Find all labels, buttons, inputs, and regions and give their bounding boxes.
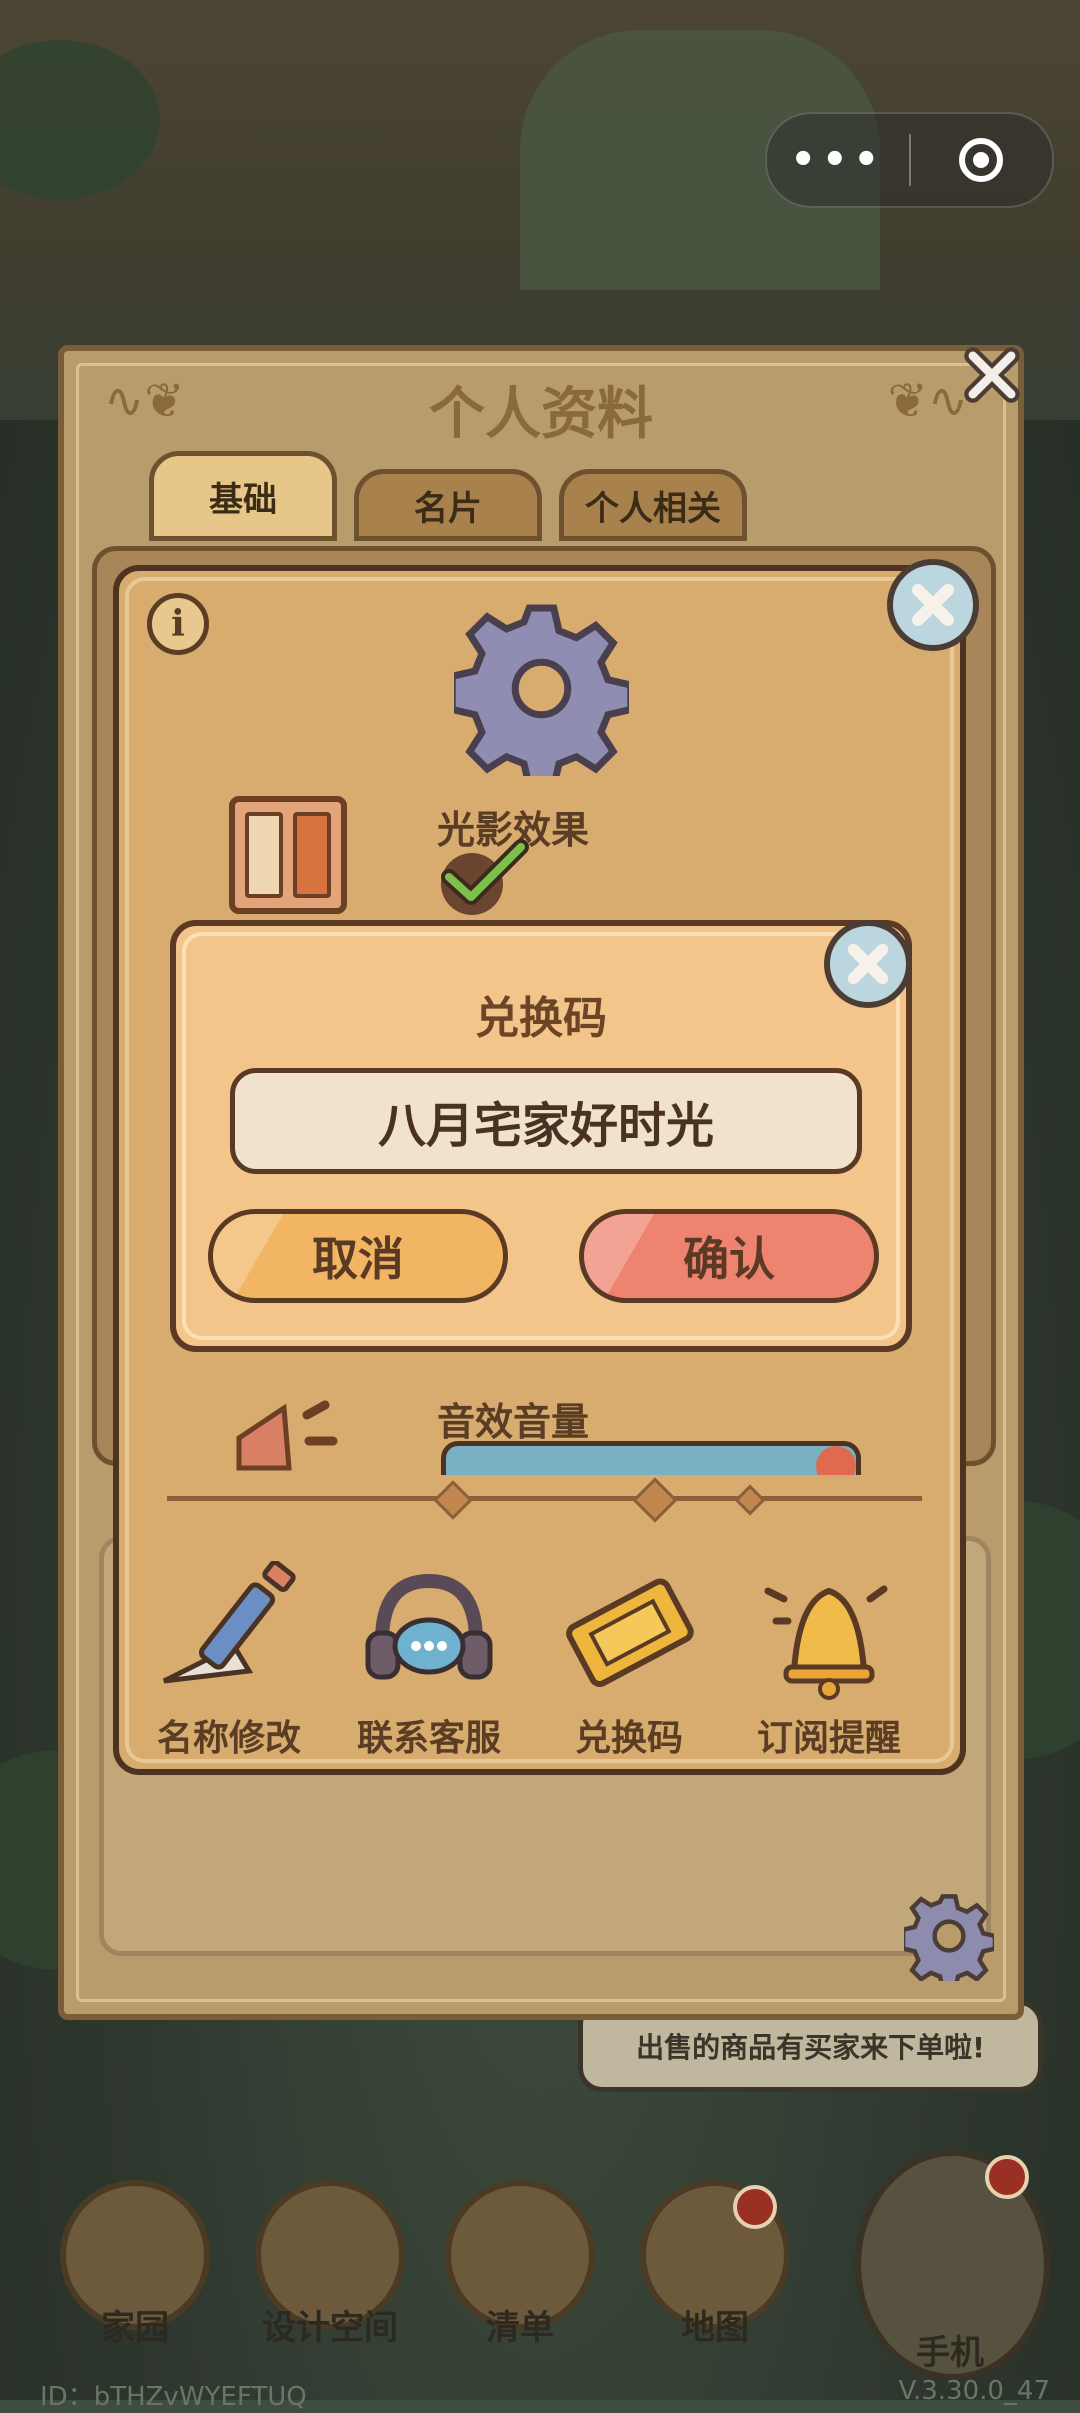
nav-design-label: 设计空间: [262, 2308, 398, 2348]
exit-miniprogram-button[interactable]: [911, 114, 1053, 206]
light-shadow-checkbox[interactable]: [441, 839, 529, 915]
slider-knob[interactable]: [816, 1446, 856, 1475]
sound-volume-label: 音效音量: [437, 1400, 590, 1444]
tab-personal[interactable]: 个人相关: [559, 469, 747, 541]
ticket-icon: [566, 1578, 694, 1688]
divider-diamond: [734, 1484, 766, 1516]
profile-close-icon[interactable]: [960, 343, 1024, 407]
pencil-icon: [162, 1560, 296, 1684]
redeem-code-button[interactable]: 兑换码: [529, 1561, 729, 1761]
sound-volume-slider[interactable]: [441, 1441, 861, 1475]
divider-diamond: [433, 1480, 473, 1520]
target-icon: [959, 138, 1004, 182]
settings-gear-icon: [454, 604, 629, 776]
tab-basic[interactable]: 基础: [149, 451, 337, 541]
nav-list-label: 清单: [486, 2308, 554, 2348]
map-notification-dot: [733, 2185, 777, 2229]
switch-half-left: [245, 812, 283, 898]
profile-title: 个人资料: [429, 382, 653, 447]
version-text: V.3.30.0_47: [898, 2376, 1050, 2406]
more-dots-icon[interactable]: •••: [767, 114, 909, 206]
nav-map-label: 地图: [681, 2308, 749, 2348]
settings-close-button[interactable]: [887, 559, 979, 651]
rename-button[interactable]: 名称修改: [129, 1560, 329, 1761]
redeem-code-input[interactable]: [230, 1068, 862, 1174]
headset-icon: [365, 1573, 493, 1680]
speaker-icon: [236, 1400, 338, 1471]
rename-label: 名称修改: [156, 1718, 301, 1759]
redeem-code-label: 兑换码: [574, 1718, 683, 1759]
cancel-label: 取消: [312, 1232, 404, 1286]
confirm-button[interactable]: 确认: [579, 1209, 879, 1303]
confirm-label: 确认: [683, 1232, 775, 1286]
switch-half-right: [293, 812, 331, 898]
nav-phone-label: 手机: [916, 2333, 984, 2373]
info-icon[interactable]: i: [147, 593, 209, 655]
phone-notification-dot: [985, 2155, 1029, 2199]
section-divider: [167, 1496, 922, 1501]
close-icon: [912, 584, 955, 627]
customer-service-button[interactable]: 联系客服: [329, 1561, 529, 1761]
user-id-text: ID：bTHZvWYEFTUQ: [40, 2382, 307, 2412]
bell-icon: [764, 1585, 888, 1700]
subscribe-reminder-button[interactable]: 订阅提醒: [729, 1561, 929, 1761]
cancel-button[interactable]: 取消: [208, 1209, 508, 1303]
bubble-text: 出售的商品有买家来下单啦!: [636, 2031, 985, 2064]
checkmark-icon: [441, 839, 529, 905]
tab-card[interactable]: 名片: [354, 469, 542, 541]
light-switch-icon: [229, 796, 347, 914]
miniprogram-capsule: •••: [765, 112, 1054, 208]
divider-diamond: [632, 1477, 678, 1523]
redeem-code-dialog: 兑换码 取消 确认: [170, 920, 912, 1352]
redeem-title: 兑换码: [475, 993, 607, 1044]
nav-home-label: 家园: [101, 2308, 169, 2348]
subscribe-reminder-label: 订阅提醒: [756, 1718, 901, 1759]
customer-service-label: 联系客服: [356, 1718, 501, 1759]
settings-gear-icon[interactable]: [904, 1891, 994, 1981]
